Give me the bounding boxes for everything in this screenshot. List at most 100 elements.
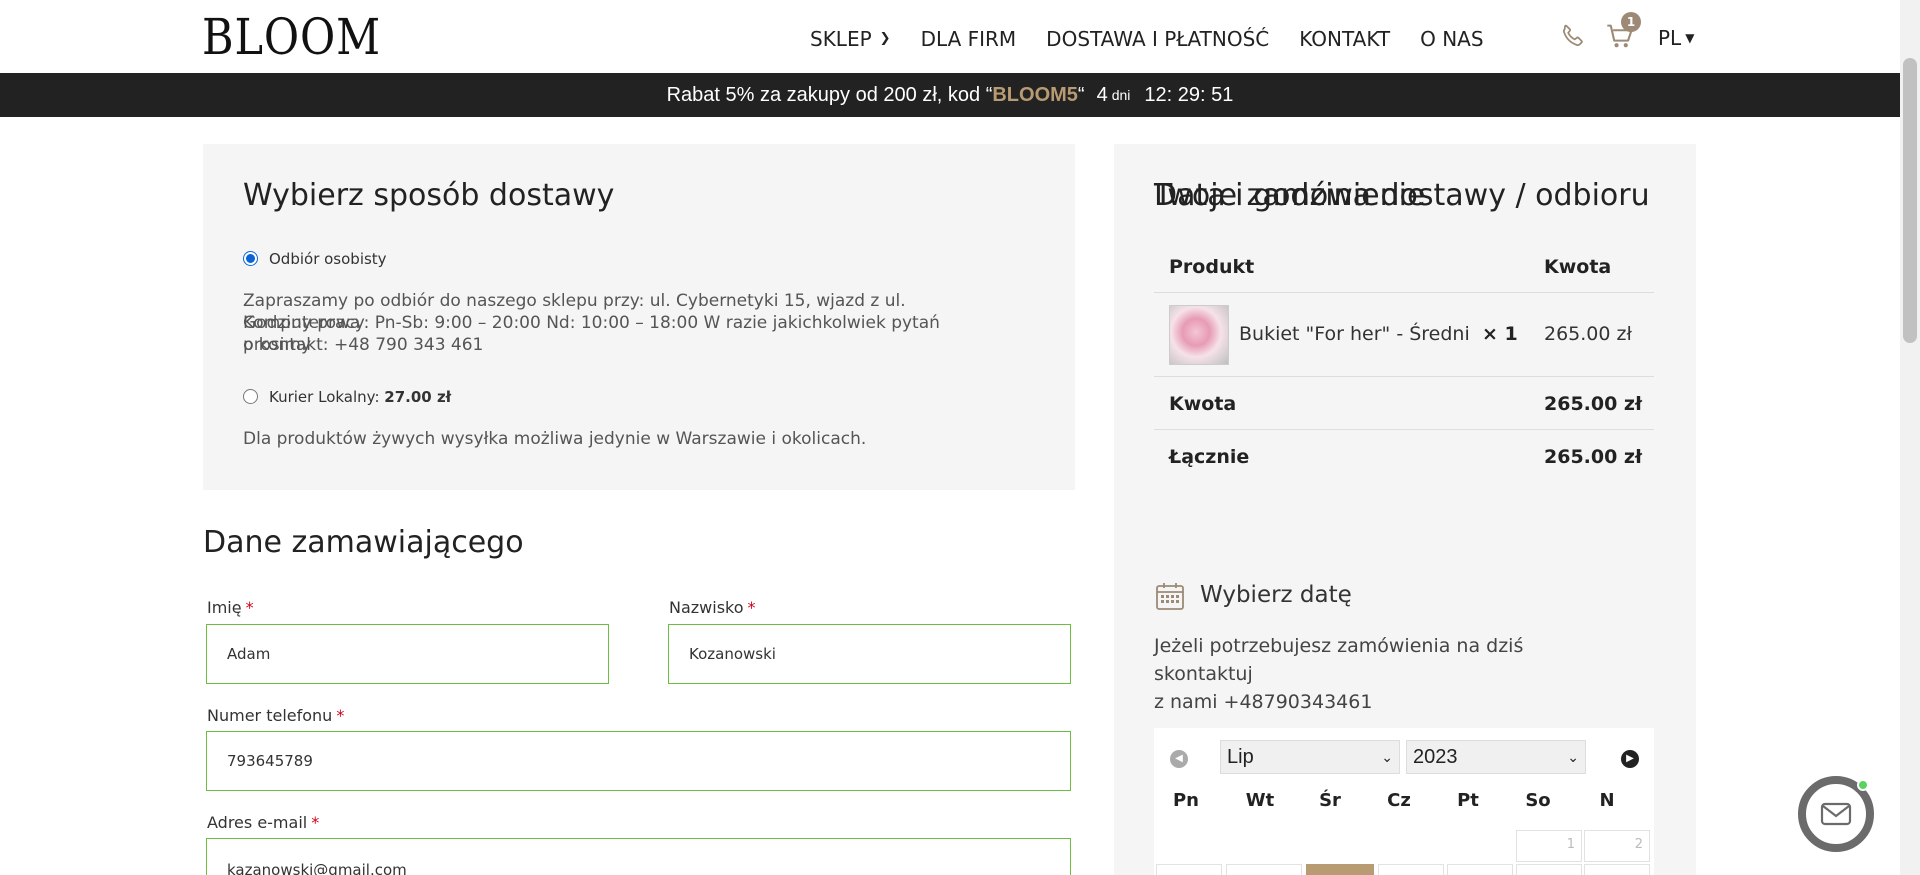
order-summary-panel: Twoje zamówienie Produkt Kwota Bukiet "F…: [1114, 144, 1696, 875]
email-label-text: Adres e-mail: [207, 813, 308, 832]
year-select[interactable]: 2023 ⌄: [1406, 740, 1586, 774]
logo[interactable]: BLOOM: [202, 8, 381, 66]
first-name-label-text: Imię: [207, 598, 242, 617]
nav-item-label: O NAS: [1420, 27, 1484, 51]
site-header: BLOOM SKLEP ❯ DLA FIRM DOSTAWA I PŁATNOŚ…: [0, 0, 1900, 73]
calendar-day[interactable]: [1516, 864, 1582, 875]
choose-date-link[interactable]: Wybierz datę: [1200, 582, 1352, 608]
courier-description: Dla produktów żywych wysyłka możliwa jed…: [243, 429, 867, 449]
total-row: Łącznie 265.00 zł: [1154, 430, 1654, 483]
weekday-header: Cz: [1387, 790, 1411, 811]
calendar-day[interactable]: [1156, 864, 1222, 875]
promo-bar: Rabat 5% za zakupy od 200 zł, kod “ BLOO…: [0, 73, 1900, 117]
email-label: Adres e-mail *: [207, 813, 319, 832]
pickup-radio[interactable]: [243, 251, 258, 266]
delivery-datetime-title: Data i godzina dostawy / odbioru: [1154, 178, 1650, 213]
nav-item-label: SKLEP: [810, 27, 872, 51]
delivery-title: Wybierz sposób dostawy: [243, 178, 615, 213]
calendar-day[interactable]: [1447, 864, 1513, 875]
required-mark: *: [747, 598, 756, 617]
promo-code: BLOOM5: [992, 83, 1078, 106]
note-line: Jeżeli potrzebujesz zamówienia na dziś s…: [1154, 635, 1524, 685]
nav-item-business[interactable]: DLA FIRM: [921, 24, 1017, 54]
col-product: Produkt: [1169, 256, 1255, 278]
calendar-day[interactable]: 2: [1584, 830, 1650, 862]
product-thumbnail[interactable]: [1169, 305, 1229, 365]
customer-data-title: Dane zamawiającego: [203, 525, 524, 560]
nav-item-contact[interactable]: KONTAKT: [1299, 24, 1390, 54]
required-mark: *: [311, 813, 320, 832]
prev-month-button[interactable]: ◀: [1170, 750, 1188, 768]
date-picker: ◀ Lip ⌄ 2023 ⌄ ▶ Pn Wt Śr Cz Pt So N 1 2: [1154, 728, 1654, 875]
weekday-header: So: [1525, 790, 1551, 811]
first-name-field[interactable]: Adam: [206, 624, 609, 684]
delivery-method-panel: Wybierz sposób dostawy Odbiór osobisty Z…: [203, 144, 1075, 490]
weekday-header: N: [1599, 790, 1615, 811]
language-label: PL: [1658, 26, 1682, 50]
order-table: Produkt Kwota Bukiet "For her" - Średni …: [1154, 240, 1654, 483]
calendar-day[interactable]: [1226, 864, 1302, 875]
calendar-icon[interactable]: [1154, 580, 1186, 612]
cart-count-badge: 1: [1621, 12, 1641, 32]
main-nav: SKLEP ❯ DLA FIRM DOSTAWA I PŁATNOŚĆ KONT…: [810, 24, 1514, 54]
note-line: z nami +48790343461: [1154, 691, 1373, 713]
today-order-note: Jeżeli potrzebujesz zamówienia na dziś s…: [1154, 632, 1624, 716]
subtotal-row: Kwota 265.00 zł: [1154, 377, 1654, 430]
chevron-down-icon: ❯: [879, 31, 891, 46]
total-label: Łącznie: [1169, 446, 1250, 468]
year-value: 2023: [1413, 745, 1458, 768]
promo-days: 4: [1096, 83, 1108, 106]
last-name-label-text: Nazwisko: [669, 598, 744, 617]
promo-text-end: “: [1077, 83, 1085, 106]
total-value: 265.00 zł: [1544, 446, 1643, 468]
chevron-down-icon: ⌄: [1381, 748, 1393, 765]
nav-item-label: DLA FIRM: [920, 27, 1017, 51]
promo-text: Rabat 5% za zakupy od 200 zł, kod “: [666, 83, 993, 106]
calendar-day[interactable]: [1584, 864, 1650, 875]
weekday-header: Wt: [1245, 790, 1275, 811]
col-amount: Kwota: [1544, 256, 1612, 278]
calendar-day[interactable]: 1: [1516, 830, 1582, 862]
email-field[interactable]: kazanowski@gmail.com: [206, 838, 1071, 875]
language-selector[interactable]: PL ▼: [1658, 24, 1694, 52]
product-quantity: × 1: [1482, 323, 1518, 345]
table-row: Bukiet "For her" - Średni × 1 265.00 zł: [1154, 293, 1654, 377]
subtotal-value: 265.00 zł: [1544, 393, 1643, 415]
required-mark: *: [336, 706, 345, 725]
online-status-dot: [1857, 779, 1869, 791]
chevron-down-icon: ⌄: [1567, 748, 1579, 765]
pickup-description-line3: o kontakt: +48 790 343 461: [243, 335, 484, 355]
month-value: Lip: [1227, 745, 1254, 768]
nav-item-shop[interactable]: SKLEP ❯: [810, 24, 891, 54]
courier-price: 27.00 zł: [384, 388, 452, 406]
nav-item-label: KONTAKT: [1299, 27, 1391, 51]
chevron-down-icon: ▼: [1685, 31, 1695, 45]
weekday-header: Pt: [1457, 790, 1479, 811]
courier-radio[interactable]: [243, 389, 258, 404]
subtotal-label: Kwota: [1169, 393, 1237, 415]
courier-label[interactable]: Kurier Lokalny: 27.00 zł: [269, 388, 451, 406]
envelope-icon: [1820, 802, 1852, 826]
promo-countdown: 12: 29: 51: [1144, 83, 1234, 106]
last-name-field[interactable]: Kozanowski: [668, 624, 1071, 684]
month-select[interactable]: Lip ⌄: [1220, 740, 1400, 774]
nav-item-label: DOSTAWA I PŁATNOŚĆ: [1046, 27, 1270, 51]
phone-field[interactable]: 793645789: [206, 731, 1071, 791]
weekday-header: Śr: [1319, 790, 1341, 811]
weekday-header: Pn: [1172, 790, 1199, 811]
phone-icon[interactable]: [1559, 22, 1587, 50]
calendar-day-selected[interactable]: [1306, 864, 1374, 875]
table-header-row: Produkt Kwota: [1154, 240, 1654, 293]
required-mark: *: [245, 598, 254, 617]
calendar-day[interactable]: [1378, 864, 1444, 875]
phone-label-text: Numer telefonu: [207, 706, 333, 725]
nav-item-delivery[interactable]: DOSTAWA I PŁATNOŚĆ: [1046, 24, 1269, 54]
pickup-label[interactable]: Odbiór osobisty: [269, 250, 387, 268]
scrollbar-thumb[interactable]: [1903, 58, 1917, 343]
product-price: 265.00 zł: [1544, 323, 1632, 345]
promo-days-label: dni: [1111, 87, 1131, 103]
next-month-button[interactable]: ▶: [1621, 750, 1639, 768]
courier-label-text: Kurier Lokalny:: [269, 388, 380, 406]
phone-label: Numer telefonu *: [207, 706, 344, 725]
nav-item-about[interactable]: O NAS: [1420, 24, 1483, 54]
